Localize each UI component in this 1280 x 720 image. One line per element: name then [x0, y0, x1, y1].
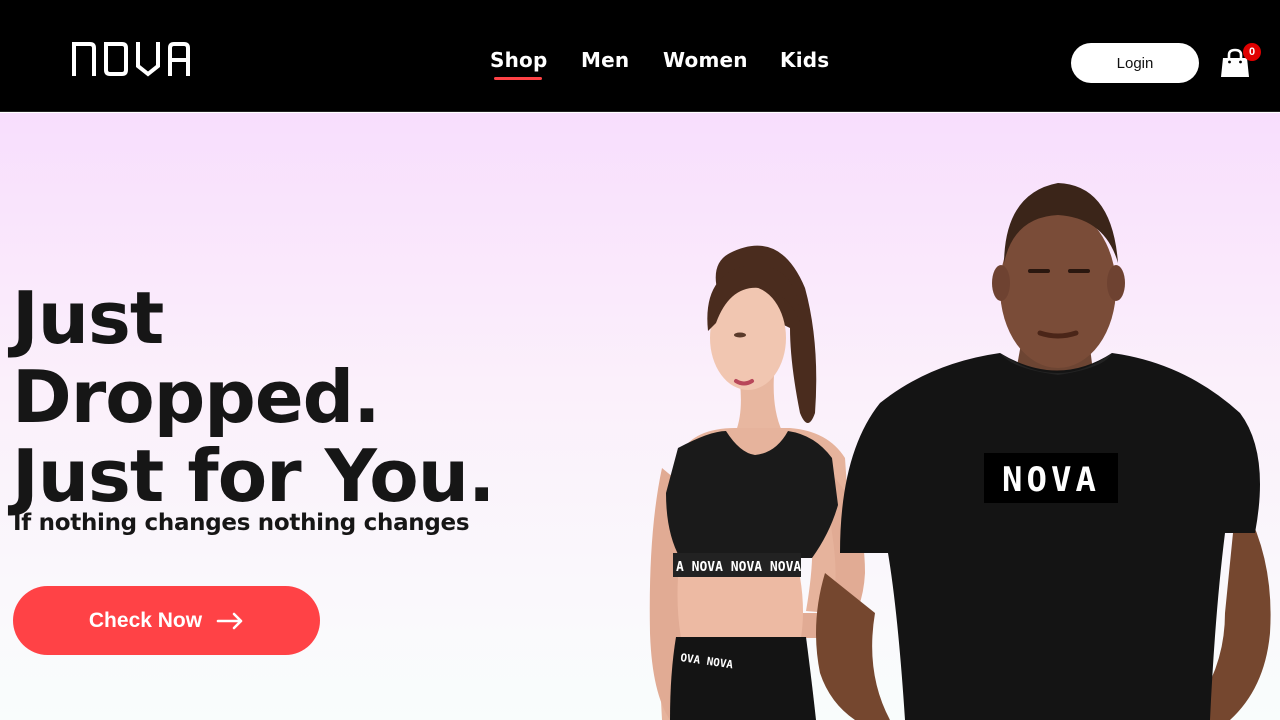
cart-button[interactable]: 0 — [1216, 42, 1264, 82]
login-button[interactable]: Login — [1071, 43, 1199, 83]
hero-section: Just Dropped. Just for You. If nothing c… — [0, 113, 1280, 720]
headline-line-3: Just for You. — [12, 434, 495, 518]
hero-tagline: If nothing changes nothing changes — [13, 510, 470, 536]
check-now-button[interactable]: Check Now — [13, 586, 320, 655]
shirt-print: NOVA — [1002, 460, 1100, 500]
nav-women[interactable]: Women — [663, 48, 748, 72]
man-model: NOVA — [816, 183, 1271, 720]
nav-kids[interactable]: Kids — [780, 48, 829, 72]
waistband-print: A NOVA NOVA NOVA — [676, 560, 801, 575]
hero-models-image: A NOVA NOVA NOVA OVA NOVA NOVA — [640, 113, 1280, 720]
cta-label: Check Now — [88, 608, 203, 632]
headline-line-1: Just — [12, 276, 164, 360]
nav-shop[interactable]: Shop — [490, 48, 548, 80]
cart-count-badge: 0 — [1243, 43, 1261, 61]
site-header: Shop Men Women Kids Login 0 — [0, 0, 1280, 112]
brand-logo[interactable] — [68, 34, 192, 80]
hero-headline: Just Dropped. Just for You. — [12, 279, 612, 516]
nav-men[interactable]: Men — [581, 48, 629, 72]
arrow-right-icon — [216, 612, 243, 629]
models-illustration: A NOVA NOVA NOVA OVA NOVA NOVA — [649, 183, 1271, 720]
headline-line-2: Dropped. — [12, 355, 381, 439]
nova-logo-mark — [72, 42, 190, 77]
